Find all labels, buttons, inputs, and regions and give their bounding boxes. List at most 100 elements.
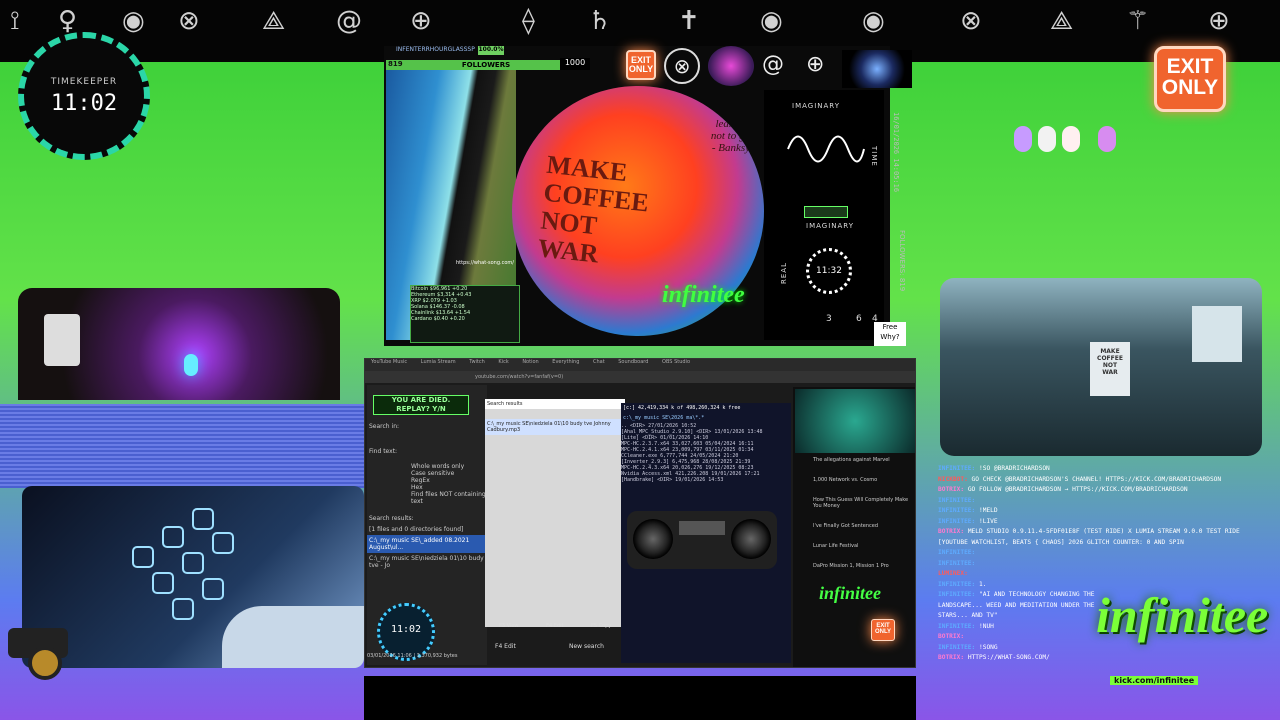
sigil-icon: ✝	[678, 6, 700, 36]
sigil-icon: ♄	[588, 6, 612, 36]
chat-user: LUMINEX:	[938, 570, 968, 577]
died-line1: YOU ARE DIED.	[391, 396, 451, 404]
chat-user: INFINITEE:	[938, 549, 976, 556]
tab[interactable]: Kick	[498, 359, 508, 365]
chat-user: BOTRIX:	[938, 528, 965, 535]
chat-user: INFINITEE:	[938, 591, 976, 598]
tab[interactable]: OBS Studio	[662, 359, 690, 365]
heart-icon	[1038, 126, 1056, 152]
search-results-window: Search results C:\_my music SE\niedziela…	[485, 399, 625, 627]
option-hex[interactable]: Hex	[367, 484, 487, 491]
video-item[interactable]: The allegations against Marvel	[793, 455, 915, 465]
chat-message: BOTRIX: MELD STUDIO 0.9.11.4-5FDF01E8F (…	[938, 527, 1260, 548]
tab[interactable]: Twitch	[469, 359, 485, 365]
video-item[interactable]: DaPro Mission 1, Mission 1 Pro	[793, 561, 915, 571]
disk-free: [c:] 42,419,334 k of 498,260,324 k free	[623, 405, 741, 411]
chat-text: !SONG	[979, 643, 998, 651]
chat-user: BOTRIX:	[938, 486, 965, 493]
find-text-label: Find text:	[369, 448, 398, 455]
coffee-sign-text: MAKE COFFEE NOT WAR	[536, 149, 651, 269]
f5-copy-button[interactable]: F5 Copy	[591, 623, 611, 629]
scanline-strip	[0, 404, 364, 488]
time-label: TIME	[870, 146, 878, 167]
search-results-title: Search results:	[369, 515, 414, 522]
sigil-icon: ⊕	[1208, 6, 1230, 36]
game-over-banner: YOU ARE DIED. REPLAY? Y/N	[373, 395, 469, 415]
mini-chat-link: https://what-song.com/	[456, 260, 514, 266]
video-item[interactable]: How This Guess Will Completely Make You …	[793, 495, 915, 511]
desktop-capture: YouTube Music Lumia Stream Twitch Kick N…	[364, 358, 916, 668]
chat-text: 1.	[979, 580, 987, 588]
new-search-button[interactable]: New search	[569, 643, 604, 650]
circle-cross-icon: ⊗	[178, 6, 200, 36]
eye-icon: ◉	[760, 6, 783, 36]
coffee-poster: MAKE COFFEE NOT WAR	[1090, 342, 1130, 396]
chat-user: INFINITEE:	[938, 496, 976, 504]
chat-text: GO FOLLOW @BRADRICHARDSON → HTTPS://KICK…	[967, 486, 1188, 493]
tab[interactable]: Notion	[522, 359, 538, 365]
date-vertical: 16/01/2026 14:05:16	[892, 112, 900, 193]
tab[interactable]: Soundboard	[618, 359, 648, 365]
mini-chat: https://what-song.com/	[392, 232, 516, 268]
chat-user: INFINITEE:	[938, 517, 976, 525]
option-regex[interactable]: RegEx	[367, 477, 487, 484]
exit-only-small-sign: EXIT ONLY	[626, 50, 656, 80]
search-results-count: [1 files and 0 directories found]	[369, 526, 464, 533]
heart-icon	[1014, 126, 1032, 152]
chat-message: NICKBOT: GO CHECK @BRADRICHARDSON'S CHAN…	[938, 475, 1260, 486]
video-item[interactable]: Lunar Life Festival	[793, 541, 915, 551]
chat-user: INFINITEE:	[938, 465, 976, 472]
followers-left: 819	[388, 60, 403, 68]
f4-edit-label[interactable]: F4 Edit	[495, 643, 516, 650]
f4-edit-button[interactable]: F4 Edit	[546, 623, 563, 629]
url-bar[interactable]: youtube.com/watch?v=fanfaf(v=0)	[365, 371, 915, 383]
chat-message: INFINITEE:	[938, 548, 1260, 559]
f3-view-button[interactable]: F3 View	[499, 623, 519, 629]
chat-message: INFINITEE: !LIVE	[938, 517, 1260, 528]
heart-icon	[1062, 126, 1080, 152]
chat-user: INFINITEE:	[938, 559, 976, 567]
chat-message: LUMINEX:	[938, 569, 1260, 580]
eye-icon: ◉	[862, 6, 885, 36]
followers-goal: 1000	[560, 58, 590, 70]
followers-vertical: FOLLOWERS: 819	[898, 230, 906, 292]
keypad-key	[192, 508, 214, 530]
path: c:\_my music SE\2026 ma\*.*	[623, 415, 705, 421]
function-buttons: F3 View F4 Edit F5 Copy	[485, 623, 625, 635]
video-thumbnail[interactable]	[795, 389, 915, 453]
video-item[interactable]: 1,000 Network vs. Cosmo	[793, 475, 915, 485]
option-not-containing[interactable]: Find files NOT containing text	[367, 491, 487, 505]
chat-message: INFINITEE: !MELD	[938, 506, 1260, 517]
result-row[interactable]: C:\_my music SE\niedziela 01\10 budy tve…	[485, 419, 625, 435]
chat-message: BOTRIX: GO FOLLOW @BRADRICHARDSON → HTTP…	[938, 485, 1260, 496]
kick-channel-url: kick.com/infinitee	[1110, 676, 1199, 685]
chat-message: INFINITEE:	[938, 496, 1260, 507]
search-result-item[interactable]: C:\_my music SE\_added 08.2021 August\ul…	[367, 535, 487, 553]
avatar	[708, 46, 754, 86]
tape-deck	[679, 521, 725, 535]
youtube-panel: The allegations against Marvel 1,000 Net…	[793, 387, 915, 667]
chat-user: INFINITEE:	[938, 580, 976, 588]
chat-text: HTTPS://WHAT-SONG.COM/	[967, 654, 1050, 661]
exit-only-sign: EXIT ONLY	[1154, 46, 1226, 112]
tab[interactable]: Everything	[552, 359, 579, 365]
boombox-image	[627, 511, 777, 569]
signal-meter	[804, 206, 848, 218]
complex-clock-panel: IMAGINARY TIME IMAGINARY REAL 3 6 4	[764, 90, 884, 340]
infinitee-logo-small: infinitee	[662, 282, 745, 308]
option-case[interactable]: Case sensitive	[367, 470, 487, 477]
chat-message: INFINITEE: "AI AND TECHNOLOGY CHANGING T…	[938, 590, 1118, 622]
chat-user: BOTRIX:	[938, 633, 965, 640]
count-3: 3	[826, 314, 833, 324]
search-result-item[interactable]: C:\_my music SE\niedziela 01\10 budy tve…	[367, 553, 487, 571]
video-item[interactable]: I've Finally Got Sentenced	[793, 521, 915, 531]
tab[interactable]: Chat	[593, 359, 605, 365]
desktop-clock-time: 11:02	[390, 624, 422, 635]
spiral-icon: @	[762, 52, 784, 77]
exit-only-mini: EXIT ONLY	[871, 619, 895, 641]
file-row[interactable]: [Handbrake] <DIR> 19/01/2026 14:53	[621, 477, 791, 483]
crypto-price-table: Bitcoin $96,961 +0.20 Ethereum $3,314 +0…	[410, 285, 520, 343]
tab[interactable]: YouTube Music	[371, 359, 407, 365]
tab[interactable]: Lumia Stream	[421, 359, 456, 365]
option-whole-words[interactable]: Whole words only	[367, 463, 487, 470]
